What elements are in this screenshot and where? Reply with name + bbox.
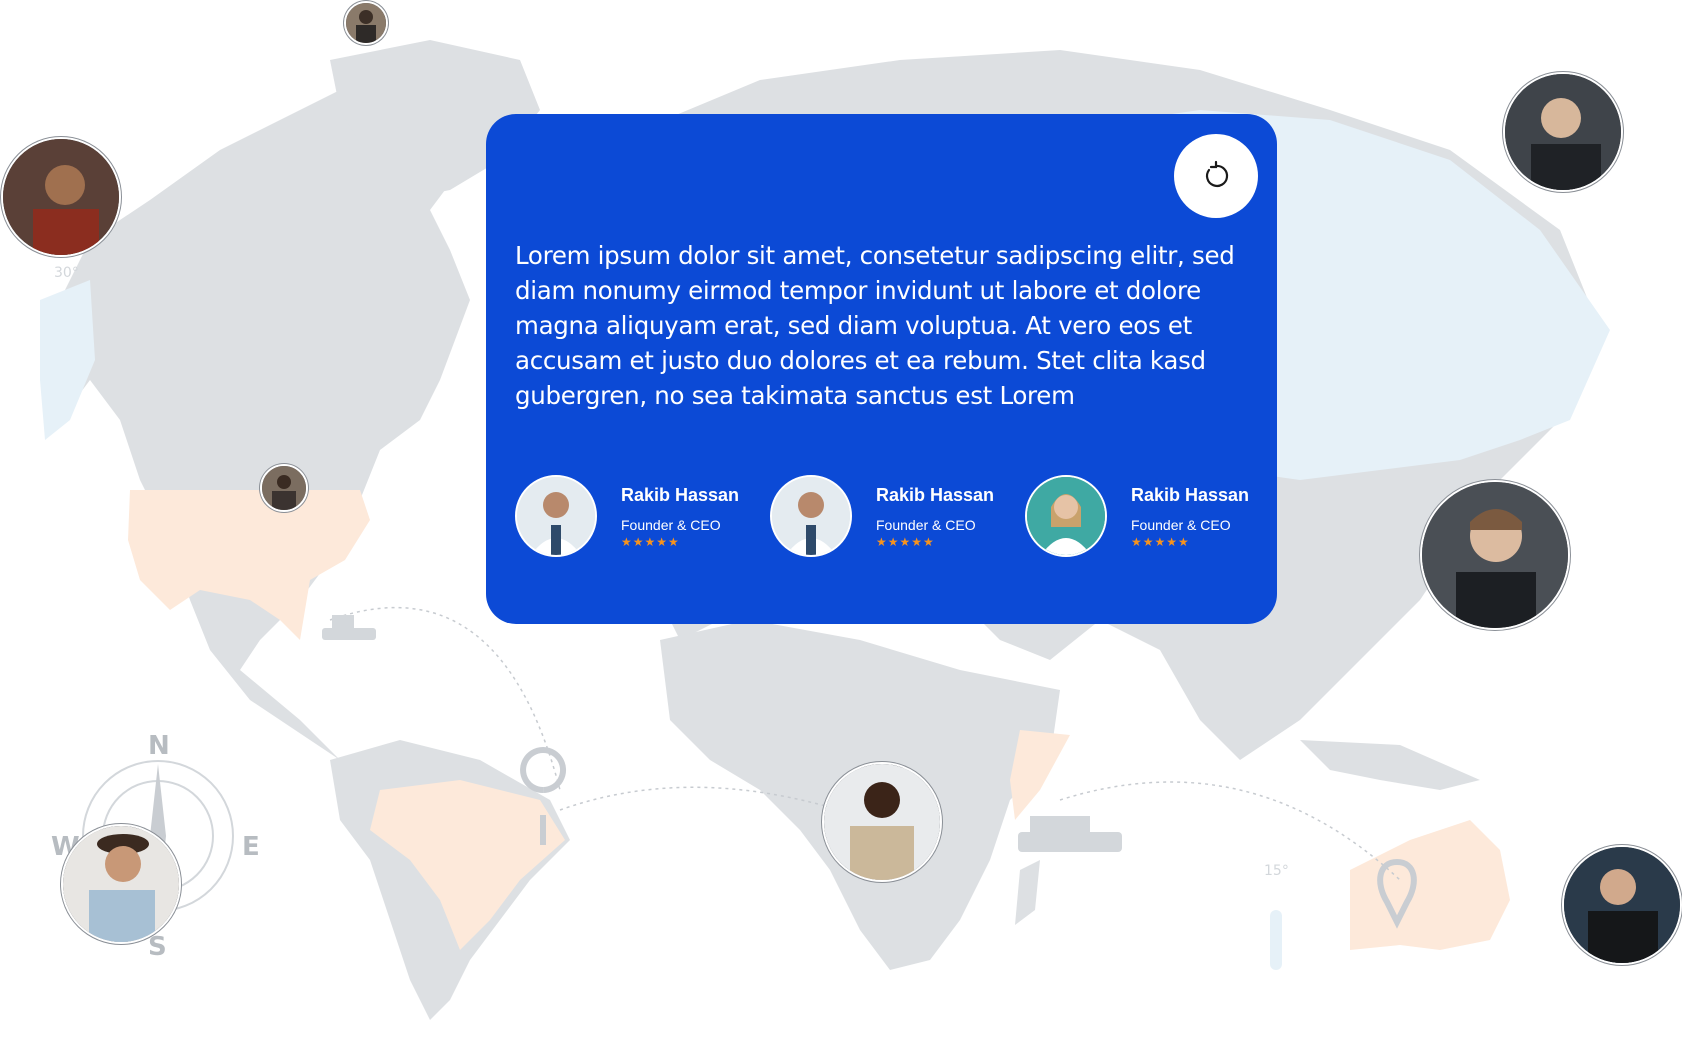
star-rating: ★★★★★: [876, 535, 935, 549]
ship-icon-2: [1018, 816, 1122, 852]
reviewer-avatar: [1025, 475, 1107, 557]
map-avatar[interactable]: [1, 137, 121, 257]
compass-north: N: [148, 731, 170, 761]
compass-east: E: [242, 832, 260, 862]
latitude-30-label: 30°: [54, 265, 79, 281]
madagascar: [1015, 860, 1040, 925]
compass-south: S: [148, 932, 167, 962]
map-avatar[interactable]: [260, 464, 308, 512]
map-avatar[interactable]: [61, 824, 181, 944]
australia: [1350, 820, 1510, 950]
testimonial-quote: Lorem ipsum dolor sit amet, consetetur s…: [515, 241, 1235, 410]
map-avatar[interactable]: [822, 762, 942, 882]
reviewer-avatar: [770, 475, 852, 557]
alaska: [40, 280, 95, 440]
reviewer-name: Rakib Hassan: [876, 485, 995, 505]
reviewer-role: Founder & CEO: [1131, 517, 1231, 533]
refresh-button[interactable]: [1174, 134, 1258, 218]
reviewer-name: Rakib Hassan: [621, 485, 740, 505]
latitude-15-label: 15°: [1264, 863, 1289, 879]
reviewer-card[interactable]: Rakib Hassan Founder & CEO ★★★★★: [515, 475, 755, 557]
refresh-icon: [1206, 160, 1229, 187]
map-avatar[interactable]: [1420, 480, 1570, 630]
reviewer-role: Founder & CEO: [621, 517, 721, 533]
ship-icon: [322, 615, 376, 640]
reviewer-avatar: [515, 475, 597, 557]
reviewer-name: Rakib Hassan: [1131, 485, 1250, 505]
africa-horn: [1010, 730, 1070, 820]
map-avatar[interactable]: [344, 1, 388, 45]
indonesia: [1300, 740, 1480, 790]
reviewer-card[interactable]: Rakib Hassan Founder & CEO ★★★★★: [1025, 475, 1265, 557]
reviewer-card[interactable]: Rakib Hassan Founder & CEO ★★★★★: [770, 475, 1010, 557]
map-avatar[interactable]: [1503, 72, 1623, 192]
star-rating: ★★★★★: [621, 535, 680, 549]
reviewer-role: Founder & CEO: [876, 517, 976, 533]
thermometer-icon: [1270, 910, 1282, 970]
map-avatar[interactable]: [1562, 845, 1682, 965]
star-rating: ★★★★★: [1131, 535, 1190, 549]
testimonial-card: Lorem ipsum dolor sit amet, consetetur s…: [486, 114, 1277, 624]
